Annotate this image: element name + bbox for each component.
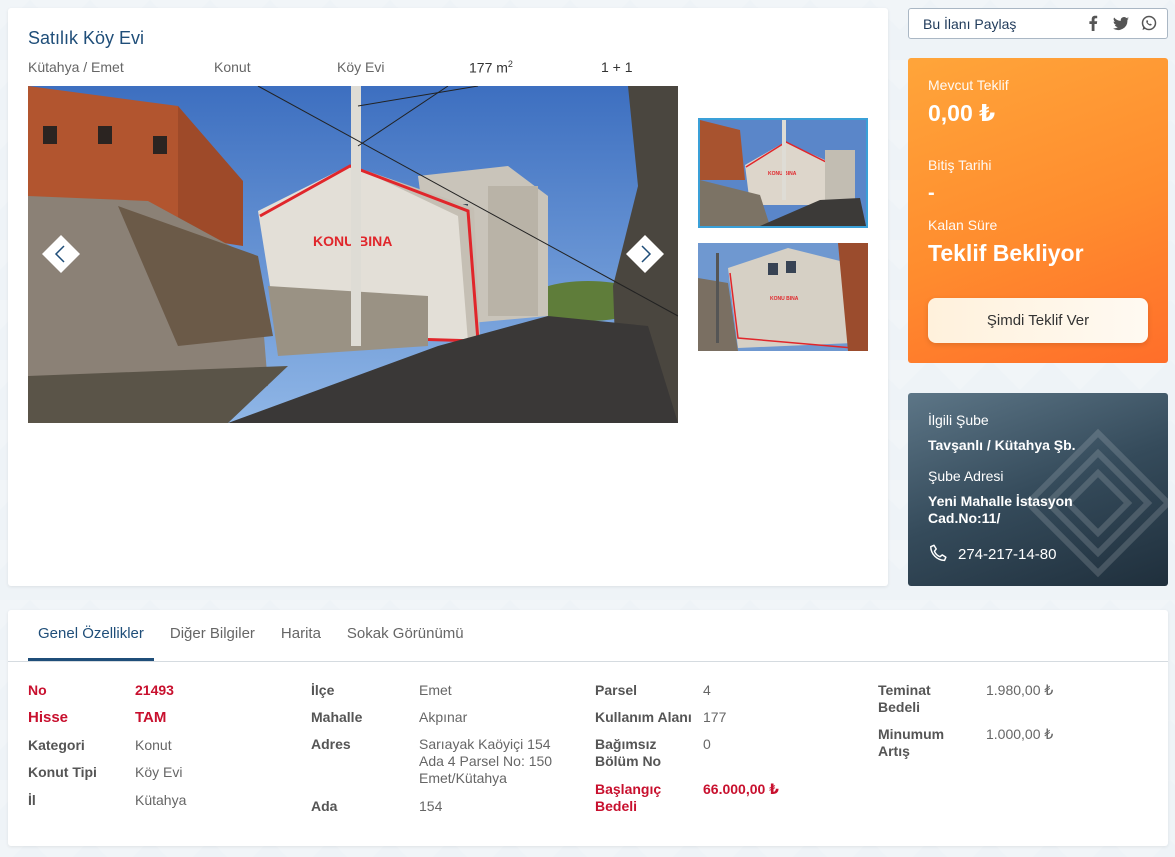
twitter-icon[interactable]: [1113, 15, 1129, 31]
chevron-right-icon: [626, 235, 664, 273]
whatsapp-icon[interactable]: [1141, 15, 1157, 31]
field-no-value: 21493: [135, 682, 174, 698]
listing-subtype: Köy Evi: [337, 59, 385, 75]
field-share-value: TAM: [135, 709, 167, 726]
field-starting-price-value: 66.000,00 ₺: [703, 781, 779, 797]
branch-address-value: Yeni Mahalle İstasyon Cad.No:11/: [928, 493, 1073, 526]
listing-area: 177 m2: [469, 59, 513, 76]
details-tabs: Genel Özellikler Diğer Bilgiler Harita S…: [28, 610, 480, 661]
remaining-time-label: Kalan Süre: [928, 217, 998, 233]
field-block-label: Ada: [311, 798, 338, 814]
field-no-label: No: [28, 682, 47, 698]
photo-thumbnail-2[interactable]: KONU BINA: [698, 243, 868, 351]
branch-value: Tavşanlı / Kütahya Şb.: [928, 437, 1076, 453]
field-housing-type-label: Konut Tipi: [28, 764, 97, 780]
place-bid-button[interactable]: Şimdi Teklif Ver: [928, 298, 1148, 343]
field-usage-area-label: Kullanım Alanı: [595, 709, 692, 725]
facebook-icon[interactable]: [1085, 15, 1101, 31]
offer-card: Mevcut Teklif 0,00 ₺ Bitiş Tarihi - Kala…: [908, 58, 1168, 363]
chevron-left-icon: [42, 235, 80, 273]
photo-thumbnail-1[interactable]: KONU BINA: [698, 118, 868, 228]
listing-rooms: 1 + 1: [601, 59, 633, 75]
thumbnail-2-label: KONU BINA: [770, 296, 799, 302]
field-min-increment-value: 1.000,00 ₺: [986, 726, 1054, 742]
branch-phone[interactable]: 274-217-14-80: [928, 543, 1056, 565]
field-deposit-value: 1.980,00 ₺: [986, 682, 1054, 698]
tab-other-info[interactable]: Diğer Bilgiler: [160, 610, 265, 661]
listing-title: Satılık Köy Evi: [28, 28, 145, 48]
current-offer-value: 0,00 ₺: [928, 100, 996, 126]
main-photo[interactable]: KONU BINA: [28, 86, 678, 423]
field-category-value: Konut: [135, 737, 172, 753]
end-date-label: Bitiş Tarihi: [928, 157, 992, 173]
current-offer-label: Mevcut Teklif: [928, 77, 1009, 93]
branch-card: İlgili Şube Tavşanlı / Kütahya Şb. Şube …: [908, 393, 1168, 586]
next-photo-button[interactable]: [626, 235, 664, 273]
field-district-label: İlçe: [311, 682, 335, 698]
field-min-increment-label: Minumum Artış: [878, 726, 945, 759]
field-housing-type-value: Köy Evi: [135, 764, 183, 780]
field-starting-price-label: Başlangıç Bedeli: [595, 781, 662, 814]
tab-map[interactable]: Harita: [271, 610, 331, 661]
field-deposit-label: Teminat Bedeli: [878, 682, 931, 715]
field-address-label: Adres: [311, 736, 351, 752]
tab-divider: [8, 661, 1168, 662]
field-independent-unit-label: Bağımsız Bölüm No: [595, 736, 662, 769]
field-neighborhood-value: Akpınar: [419, 709, 468, 725]
field-district-value: Emet: [419, 682, 452, 698]
field-province-value: Kütahya: [135, 792, 187, 808]
phone-icon: [930, 544, 947, 562]
branch-address-label: Şube Adresi: [928, 468, 1004, 484]
share-icons: [1085, 15, 1157, 31]
field-address-value: Sarıayak Kaöyiçi 154 Ada 4 Parsel No: 15…: [419, 736, 553, 786]
field-usage-area-value: 177: [703, 709, 727, 725]
share-label: Bu İlanı Paylaş: [923, 16, 1017, 32]
field-province-label: İl: [28, 792, 36, 808]
details-card: Genel Özellikler Diğer Bilgiler Harita S…: [8, 610, 1168, 846]
tab-general[interactable]: Genel Özellikler: [28, 610, 154, 661]
field-share-label: Hisse: [28, 709, 69, 726]
field-parcel-value: 4: [703, 682, 711, 698]
remaining-time-value: Teklif Bekliyor: [928, 240, 1084, 266]
branch-phone-number: 274-217-14-80: [958, 545, 1057, 563]
listing-location: Kütahya / Emet: [28, 59, 124, 75]
field-independent-unit-value: 0: [703, 736, 711, 752]
end-date-value: -: [928, 182, 935, 204]
prev-photo-button[interactable]: [42, 235, 80, 273]
listing-card: Satılık Köy Evi Kütahya / Emet Konut Köy…: [8, 8, 888, 586]
tab-street-view[interactable]: Sokak Görünümü: [337, 610, 474, 661]
field-block-value: 154: [419, 798, 443, 814]
field-neighborhood-label: Mahalle: [311, 709, 363, 725]
listing-type: Konut: [214, 59, 251, 75]
branch-label: İlgili Şube: [928, 412, 989, 428]
field-parcel-label: Parsel: [595, 682, 638, 698]
share-box: Bu İlanı Paylaş: [908, 8, 1168, 39]
field-category-label: Kategori: [28, 737, 85, 753]
